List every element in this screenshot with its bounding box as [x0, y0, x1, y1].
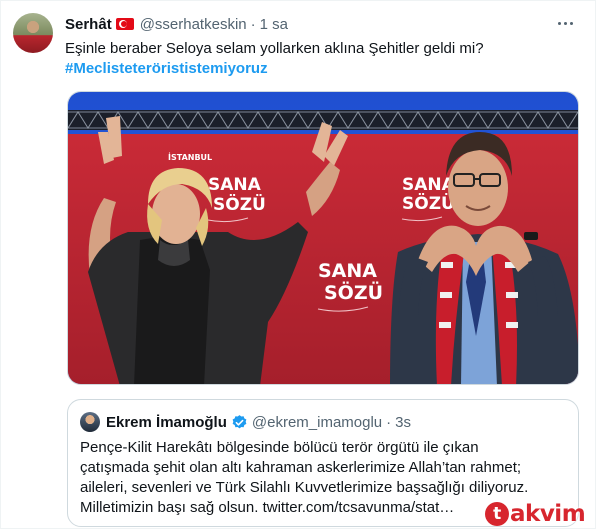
more-dot-icon — [557, 21, 561, 25]
header-separator: · — [250, 15, 256, 33]
quoted-tweet-timestamp[interactable]: 3s — [395, 414, 411, 431]
tweet-text: Eşinle beraber Seloya selam yollarken ak… — [65, 40, 484, 57]
quoted-header-separator: · — [386, 413, 392, 431]
quoted-author-handle[interactable]: @ekrem_imamoglu — [252, 414, 382, 431]
banner-text: SÖZÜ — [402, 192, 455, 214]
quoted-author-avatar[interactable] — [80, 412, 100, 432]
banner-text: SANA — [402, 175, 456, 195]
banner-text: SANA — [318, 260, 377, 282]
quoted-text-line: Pençe-Kilit Harekâtı bölgesinde bölücü t… — [80, 439, 479, 456]
more-dot-icon — [569, 21, 573, 25]
author-handle[interactable]: @sserhatkeskin — [140, 16, 247, 33]
verified-badge-icon — [232, 414, 247, 428]
banner-text: SÖZÜ — [324, 280, 383, 304]
tweet[interactable]: Serhât @sserhatkeskin · 1 sa Eşinle bera… — [0, 0, 596, 529]
banner-small-text: İSTANBUL — [168, 152, 212, 162]
turkish-flag-icon — [115, 18, 134, 30]
tweet-header: Serhât @sserhatkeskin · 1 sa — [65, 13, 288, 35]
tweet-timestamp[interactable]: 1 sa — [260, 16, 288, 33]
quoted-author-display-name[interactable]: Ekrem İmamoğlu — [106, 414, 227, 431]
watermark-t-letter: t — [485, 502, 509, 526]
banner-text: SÖZÜ — [213, 193, 266, 215]
author-avatar[interactable] — [13, 13, 53, 53]
author-display-name[interactable]: Serhât — [65, 16, 112, 33]
quoted-tweet-header: Ekrem İmamoğlu @ekrem_imamoglu · 3s — [106, 411, 411, 433]
watermark-text: akvim — [510, 501, 586, 527]
more-dot-icon — [563, 21, 567, 25]
hashtag-link[interactable]: #Meclisteterörististemiyoruz — [65, 59, 268, 79]
quoted-text-line: çatışmada şehit olan altı kahraman asker… — [80, 459, 522, 476]
banner-text: SANA — [208, 175, 262, 195]
tweet-photo[interactable]: SANA SÖZÜ SANA SÖZÜ SANA SÖZÜ İSTANBUL — [67, 91, 579, 385]
takvim-watermark-logo: t akvim — [485, 501, 586, 527]
quoted-text-line: aileleri, sevenleri ve Türk Silahlı Kuvv… — [80, 479, 529, 496]
more-options-button[interactable] — [553, 13, 577, 33]
